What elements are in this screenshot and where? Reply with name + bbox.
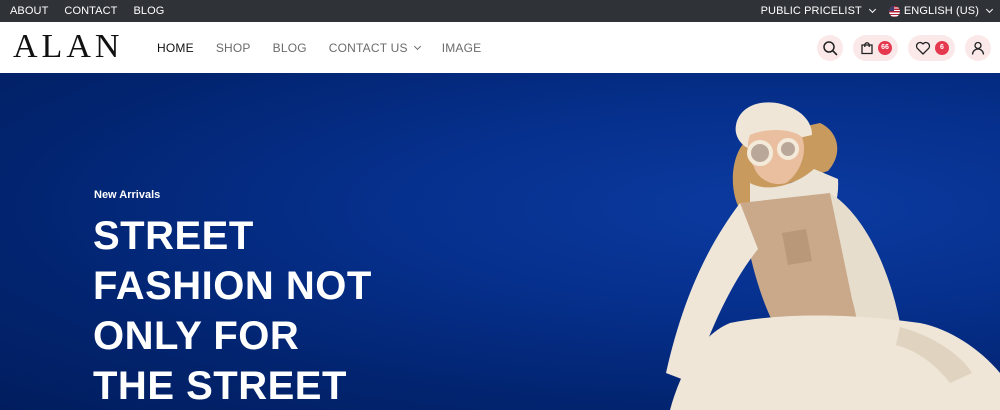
search-button[interactable] <box>817 34 843 61</box>
pricelist-label: PUBLIC PRICELIST <box>760 5 862 17</box>
account-button[interactable] <box>965 34 991 61</box>
hero-eyebrow: New Arrivals <box>94 189 161 201</box>
language-label: ENGLISH (US) <box>903 5 979 17</box>
cart-button[interactable]: 66 <box>853 34 898 61</box>
hero-title-line: ONLY FOR <box>93 314 300 358</box>
hero-title-line: FASHION NOT <box>93 264 372 308</box>
hero-banner: New Arrivals STREET FASHION NOT ONLY FOR… <box>0 73 1000 410</box>
cart-icon <box>861 41 873 54</box>
wishlist-button[interactable]: 6 <box>908 34 955 61</box>
search-icon <box>823 40 838 55</box>
chevron-down-icon <box>985 5 994 14</box>
blog-link[interactable]: BLOG <box>133 5 164 17</box>
main-nav: HOME SHOP BLOG CONTACT US IMAGE <box>157 22 481 73</box>
nav-blog[interactable]: BLOG <box>273 41 307 55</box>
nav-contact-us-label: CONTACT US <box>328 40 408 55</box>
hero-title-line: STREET <box>93 214 254 258</box>
nav-contact-us[interactable]: CONTACT US <box>328 40 421 55</box>
chevron-down-icon <box>413 42 421 50</box>
hero-title-line: THE STREET <box>93 364 347 408</box>
contact-link[interactable]: CONTACT <box>64 5 117 17</box>
language-dropdown[interactable]: ENGLISH (US) <box>888 5 994 17</box>
pricelist-dropdown[interactable]: PUBLIC PRICELIST <box>760 5 876 17</box>
site-logo[interactable]: ALAN <box>13 29 123 65</box>
top-bar: ABOUT CONTACT BLOG PUBLIC PRICELIST ENGL… <box>0 0 1000 22</box>
nav-home[interactable]: HOME <box>157 41 194 55</box>
about-link[interactable]: ABOUT <box>10 5 48 17</box>
heart-icon <box>915 41 931 55</box>
header-actions: 66 6 <box>817 22 991 73</box>
nav-image[interactable]: IMAGE <box>442 41 482 55</box>
hero-title: STREET FASHION NOT ONLY FOR THE STREET <box>93 211 413 410</box>
top-bar-settings: PUBLIC PRICELIST ENGLISH (US) <box>760 0 994 22</box>
wishlist-count-badge: 6 <box>935 40 949 55</box>
nav-shop[interactable]: SHOP <box>216 41 251 55</box>
cart-count-badge: 66 <box>878 40 892 55</box>
main-header: ALAN HOME SHOP BLOG CONTACT US IMAGE 66 … <box>0 22 1000 73</box>
us-flag-icon <box>888 5 900 17</box>
hero-model-image <box>666 102 1000 410</box>
user-icon <box>971 41 985 55</box>
chevron-down-icon <box>868 5 876 14</box>
top-bar-links: ABOUT CONTACT BLOG <box>10 0 164 22</box>
